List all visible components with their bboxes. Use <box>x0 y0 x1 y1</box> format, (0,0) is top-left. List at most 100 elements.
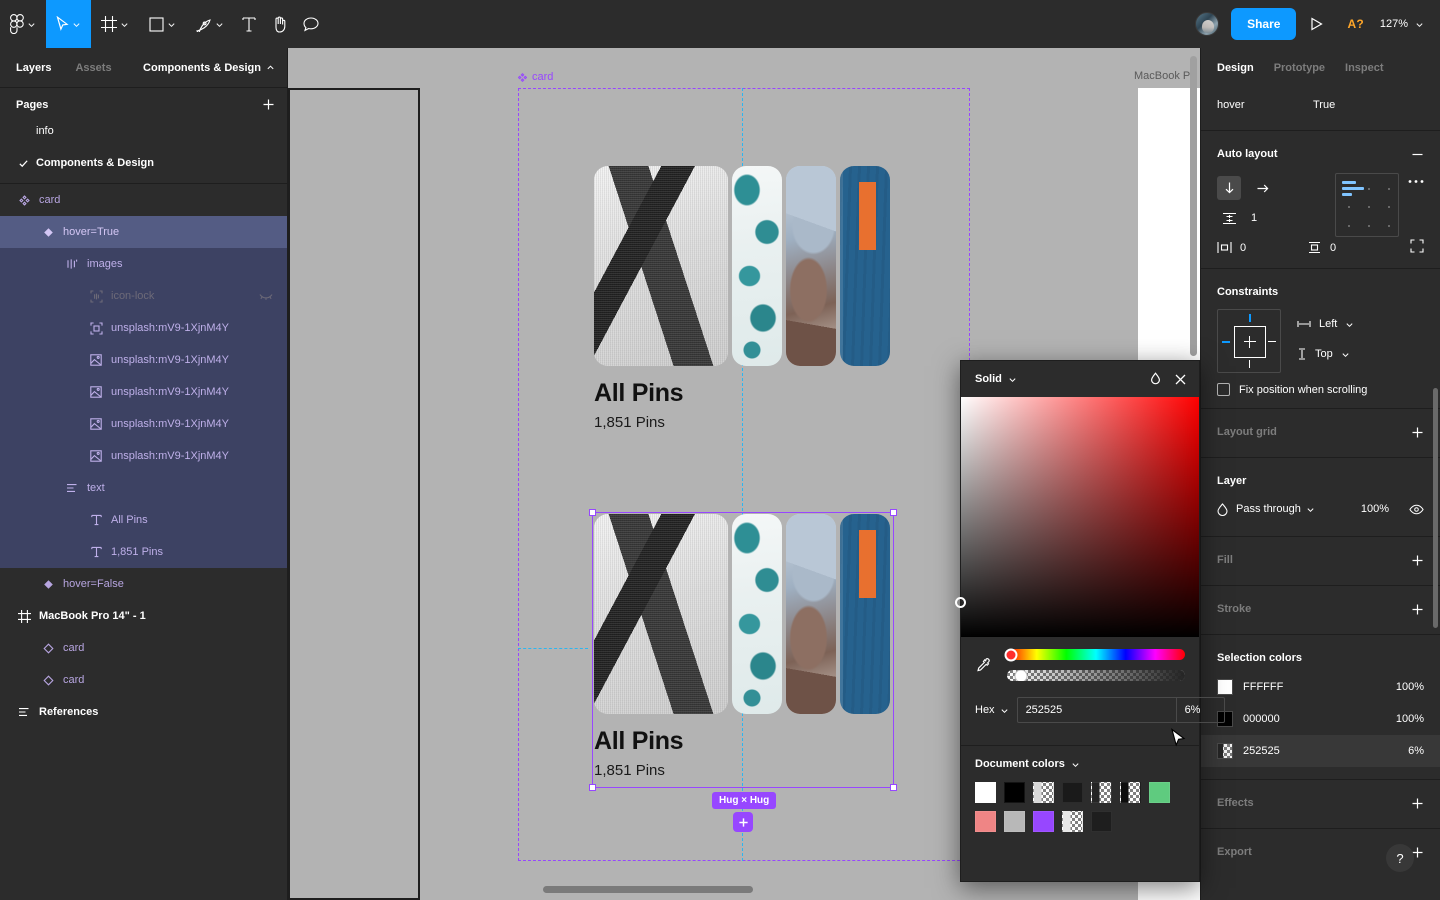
component-set-label[interactable]: card <box>518 71 553 83</box>
document-colors-header[interactable]: Document colors <box>975 758 1185 770</box>
layer-row[interactable]: card <box>0 632 287 664</box>
alpha-slider[interactable] <box>1007 670 1185 681</box>
color-format-dropdown[interactable]: Hex <box>975 704 1009 716</box>
alpha-knob[interactable] <box>1014 670 1028 681</box>
avatar[interactable] <box>1195 12 1220 36</box>
document-color-swatch[interactable] <box>975 782 996 803</box>
ab-badge[interactable]: A? <box>1337 17 1373 31</box>
document-color-swatch[interactable] <box>1062 782 1083 803</box>
add-effect-button[interactable] <box>1411 797 1424 810</box>
layer-row[interactable]: All Pins <box>0 504 287 536</box>
zoom-control[interactable]: 127% <box>1374 18 1428 30</box>
constraints-pad[interactable] <box>1217 309 1281 373</box>
tab-assets[interactable]: Assets <box>75 62 111 74</box>
macbook-frame-label[interactable]: MacBook Pr <box>1134 70 1194 82</box>
canvas-vertical-scrollbar[interactable] <box>1190 56 1197 356</box>
present-button[interactable] <box>1296 17 1337 31</box>
add-layout-grid-button[interactable] <box>1411 426 1424 439</box>
eyedropper-icon[interactable] <box>975 657 995 674</box>
direction-vertical-button[interactable] <box>1217 176 1241 200</box>
tab-layers[interactable]: Layers <box>16 62 51 74</box>
tab-design[interactable]: Design <box>1217 62 1254 74</box>
saturation-cursor[interactable] <box>955 597 966 608</box>
alignment-pad[interactable] <box>1335 173 1399 237</box>
layer-row[interactable]: 1,851 Pins <box>0 536 287 568</box>
document-color-swatch[interactable] <box>1033 782 1054 803</box>
color-swatch[interactable] <box>1217 679 1233 695</box>
add-autolayout-button[interactable] <box>733 812 753 832</box>
variant-property-row[interactable]: hover True <box>1217 90 1424 120</box>
remove-autolayout-button[interactable] <box>1411 148 1424 161</box>
saturation-value-area[interactable] <box>955 397 1199 637</box>
document-color-swatch[interactable] <box>1062 811 1083 832</box>
page-item-info[interactable]: info <box>0 115 287 147</box>
hue-knob[interactable] <box>1004 648 1018 661</box>
layer-row[interactable]: unsplash:mV9-1XjnM4Y <box>0 344 287 376</box>
document-color-swatch[interactable] <box>975 811 996 832</box>
help-button[interactable]: ? <box>1386 844 1414 872</box>
padding-horizontal-field[interactable]: 0 <box>1217 241 1307 254</box>
layer-row[interactable]: unsplash:mV9-1XjnM4Y <box>0 312 287 344</box>
fix-position-checkbox[interactable] <box>1217 383 1230 396</box>
right-panel-scrollbar[interactable] <box>1433 388 1438 628</box>
alpha-input[interactable] <box>1175 698 1224 722</box>
padding-vertical-field[interactable]: 0 <box>1307 241 1397 254</box>
text-tool[interactable] <box>234 0 264 48</box>
layer-row[interactable]: card <box>0 184 287 216</box>
comment-tool[interactable] <box>295 0 327 48</box>
add-fill-button[interactable] <box>1411 554 1424 567</box>
document-color-swatch[interactable] <box>1091 782 1112 803</box>
color-swatch[interactable] <box>1217 743 1233 759</box>
direction-horizontal-button[interactable] <box>1251 176 1275 200</box>
clip-content-toggle[interactable] <box>1410 239 1424 256</box>
selection-color-row[interactable]: 000000 100% <box>1201 703 1440 735</box>
layer-row[interactable]: text <box>0 472 287 504</box>
fix-position-checkbox-row[interactable]: Fix position when scrolling <box>1217 383 1424 396</box>
layer-row[interactable]: hover=False <box>0 568 287 600</box>
layer-row[interactable]: MacBook Pro 14" - 1 <box>0 600 287 632</box>
selection-color-row[interactable]: 252525 6% <box>1201 735 1440 767</box>
card-variant-hover-true[interactable]: All Pins 1,851 Pins <box>594 514 892 778</box>
tab-inspect[interactable]: Inspect <box>1345 62 1384 74</box>
layer-row[interactable]: hover=True <box>0 216 287 248</box>
pen-tool[interactable] <box>186 0 234 48</box>
eye-icon[interactable] <box>1409 504 1424 515</box>
color-picker-mode[interactable]: Solid <box>975 373 1002 385</box>
frame-tool[interactable] <box>91 0 139 48</box>
hue-slider[interactable] <box>1004 648 1185 661</box>
add-stroke-button[interactable] <box>1411 603 1424 616</box>
selection-color-row[interactable]: FFFFFF 100% <box>1201 671 1440 703</box>
page-item-components-design[interactable]: Components & Design <box>0 147 287 179</box>
canvas-horizontal-scrollbar[interactable] <box>543 886 753 893</box>
document-color-swatch[interactable] <box>1004 782 1025 803</box>
document-color-swatch[interactable] <box>1120 782 1141 803</box>
document-color-swatch[interactable] <box>1033 811 1054 832</box>
layer-row[interactable]: icon-lock <box>0 280 287 312</box>
blend-mode-dropdown[interactable]: Pass through <box>1236 503 1315 515</box>
layer-row[interactable]: References <box>0 696 287 728</box>
document-color-swatch[interactable] <box>1004 811 1025 832</box>
constraint-vertical-dropdown[interactable]: Top <box>1297 339 1354 369</box>
close-icon[interactable] <box>1174 373 1187 386</box>
layer-row[interactable]: unsplash:mV9-1XjnM4Y <box>0 376 287 408</box>
layer-row[interactable]: unsplash:mV9-1XjnM4Y <box>0 440 287 472</box>
gap-row[interactable]: 1 <box>1217 203 1335 233</box>
layer-row[interactable]: unsplash:mV9-1XjnM4Y <box>0 408 287 440</box>
tab-prototype[interactable]: Prototype <box>1274 62 1325 74</box>
hand-tool[interactable] <box>264 0 295 48</box>
shape-tool[interactable] <box>139 0 186 48</box>
share-button[interactable]: Share <box>1231 8 1297 40</box>
hex-input[interactable] <box>1017 698 1176 722</box>
layer-row[interactable]: images <box>0 248 287 280</box>
auto-layout-more-button[interactable] <box>1408 173 1424 184</box>
eye-off-icon[interactable] <box>259 291 273 301</box>
color-styles-icon[interactable] <box>1149 372 1162 386</box>
layer-row[interactable]: card <box>0 664 287 696</box>
move-tool[interactable] <box>46 0 91 48</box>
file-name-menu[interactable]: Components & Design <box>143 62 275 74</box>
card-variant-hover-false[interactable]: All Pins 1,851 Pins <box>594 166 892 430</box>
document-color-swatch[interactable] <box>1091 811 1112 832</box>
document-color-swatch[interactable] <box>1149 782 1170 803</box>
add-page-button[interactable] <box>262 98 275 111</box>
layer-opacity-value[interactable]: 100% <box>1361 503 1389 515</box>
